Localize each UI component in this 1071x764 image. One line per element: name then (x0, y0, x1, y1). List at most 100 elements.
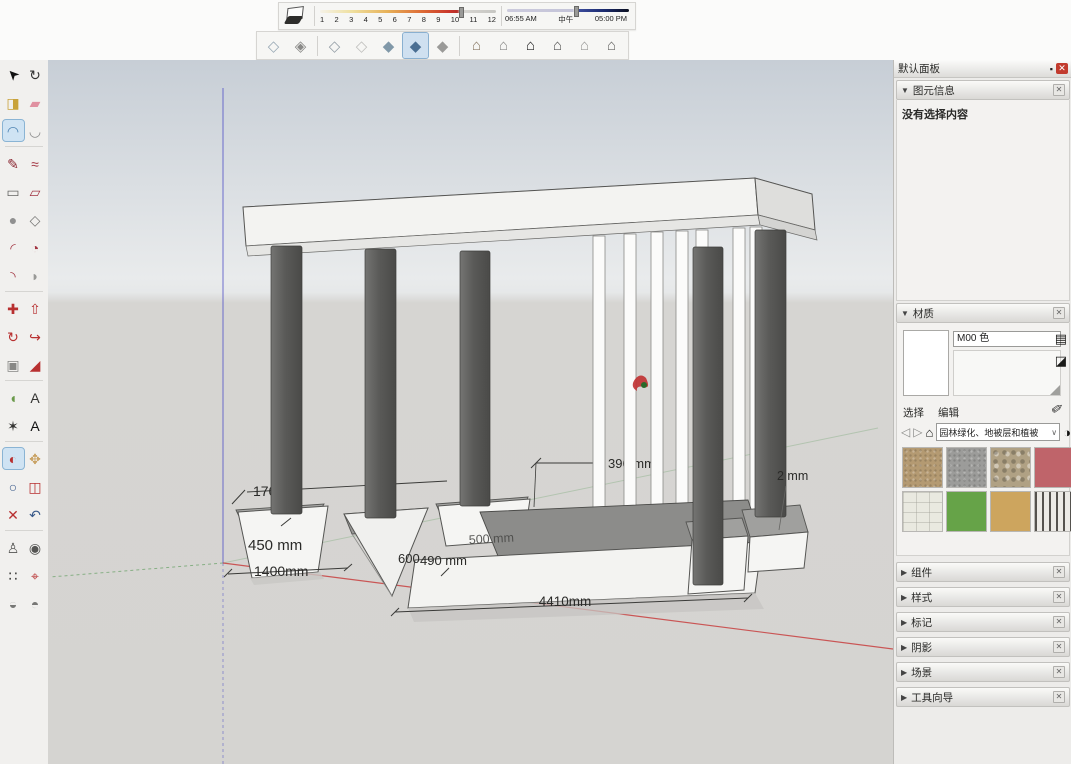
eyedropper-icon[interactable]: ✐ (1050, 400, 1065, 419)
collapse-triangle-icon[interactable]: ▼ (901, 309, 909, 318)
panel-section-styles[interactable]: ▶样式✕ (896, 587, 1070, 607)
xray-button[interactable]: ◇ (261, 33, 286, 58)
column-2[interactable] (365, 249, 396, 518)
model-viewport[interactable]: 390 mm (48, 60, 893, 764)
protractor-tool[interactable]: ◖ (3, 387, 24, 408)
view-top-button[interactable]: ⌂ (491, 33, 516, 58)
zoom-tool[interactable]: ○ (3, 476, 24, 497)
push-pull-tool[interactable]: ⇧ (25, 298, 46, 319)
panel-section-instructor[interactable]: ▶工具向导✕ (896, 687, 1070, 707)
zoom-extents-tool[interactable]: ✕ (3, 504, 24, 525)
time-slider-track[interactable] (507, 9, 629, 12)
select-tool[interactable]: ➤ (3, 64, 24, 85)
expand-triangle-icon[interactable]: ▶ (901, 643, 907, 652)
back-arrow-icon[interactable]: ◁ (901, 425, 910, 439)
arc-2point-tool[interactable]: ◜ (3, 237, 24, 258)
section-plane-tool[interactable]: ⌖ (25, 565, 46, 586)
create-material-icon[interactable]: ▤ (1055, 331, 1067, 347)
baluster[interactable] (676, 231, 688, 512)
expand-triangle-icon[interactable]: ▶ (901, 568, 907, 577)
panel-section-components[interactable]: ▶组件✕ (896, 562, 1070, 582)
rotate-tool[interactable]: ↻ (3, 326, 24, 347)
material-swatch-pavers-white[interactable] (902, 491, 943, 532)
look-around-tool[interactable]: ◉ (25, 537, 46, 558)
material-swatch-pebbles[interactable] (990, 447, 1031, 488)
paint-bucket-tool[interactable]: ◨ (3, 92, 24, 113)
materials-close-icon[interactable]: ✕ (1053, 307, 1065, 319)
polygon-tool[interactable]: ◇ (25, 209, 46, 230)
entity-info-header[interactable]: ▼ 图元信息 ✕ (896, 80, 1070, 100)
previous-view-tool[interactable]: ↶ (25, 504, 46, 525)
pan-tool[interactable]: ✥ (25, 448, 46, 469)
expand-triangle-icon[interactable]: ▶ (901, 668, 907, 677)
extra-tool-a-tool[interactable]: ◒ (3, 593, 24, 614)
panel-section-tags[interactable]: ▶标记✕ (896, 612, 1070, 632)
extra-tool-b-tool[interactable]: ◓ (25, 593, 46, 614)
orbit-tool[interactable]: ◐ (3, 448, 24, 469)
expand-triangle-icon[interactable]: ▶ (901, 693, 907, 702)
freehand-tool[interactable]: ≈ (25, 153, 46, 174)
rectangle-tool[interactable]: ▭ (3, 181, 24, 202)
baluster[interactable] (651, 232, 663, 512)
shadow-time-slider[interactable]: 06:55 AM 中午 05:00 PM (505, 7, 631, 25)
sandbox-from-contours-tool[interactable]: ◠ (3, 120, 24, 141)
baluster[interactable] (733, 228, 745, 515)
column-1[interactable] (271, 246, 302, 514)
hidden-line-button[interactable]: ◇ (349, 33, 374, 58)
section-close-icon[interactable]: ✕ (1053, 616, 1065, 628)
time-slider-handle[interactable] (574, 6, 579, 17)
baluster[interactable] (624, 234, 636, 512)
expand-triangle-icon[interactable]: ▶ (901, 593, 907, 602)
rotated-rectangle-tool[interactable]: ▱ (25, 181, 46, 202)
material-swatch-sand-tan[interactable] (990, 491, 1031, 532)
view-iso-button[interactable]: ⌂ (464, 33, 489, 58)
panel-section-scenes[interactable]: ▶场景✕ (896, 662, 1070, 682)
secondary-pane-icon[interactable]: ◑ (1063, 425, 1071, 440)
3d-text-tool[interactable]: A (25, 415, 46, 436)
baluster-group[interactable] (593, 227, 762, 515)
shaded-button[interactable]: ◆ (376, 33, 401, 58)
material-swatch-mauve-red[interactable] (1034, 447, 1071, 488)
pin-icon[interactable]: ▪ (1050, 64, 1053, 74)
home-icon[interactable]: ⌂ (925, 425, 933, 440)
column-4[interactable] (693, 247, 723, 585)
text-tool[interactable]: A (25, 387, 46, 408)
material-swatch-gravel-brown[interactable] (902, 447, 943, 488)
section-close-icon[interactable]: ✕ (1053, 691, 1065, 703)
move-tool[interactable]: ✚ (3, 298, 24, 319)
date-slider-handle[interactable] (459, 7, 464, 18)
pie-tool[interactable]: ◔ (25, 237, 46, 258)
material-category-dropdown[interactable]: 园林绿化、地被层和植被 ∨ (936, 423, 1060, 441)
material-swatch-fence-white[interactable] (1034, 491, 1071, 532)
scale-tool[interactable]: ◢ (25, 354, 46, 375)
shaded-textures-button[interactable]: ◆ (403, 33, 428, 58)
filled-arc-tool[interactable]: ◗ (25, 265, 46, 286)
arc-tool[interactable]: ◝ (3, 265, 24, 286)
model-scene[interactable]: 390 mm (48, 60, 893, 764)
section-close-icon[interactable]: ✕ (1053, 591, 1065, 603)
sandbox-smoove-tool[interactable]: ◡ (25, 120, 46, 141)
rotate-view-tool[interactable]: ↻ (25, 64, 46, 85)
shadow-toggle-icon[interactable] (283, 5, 307, 27)
date-slider-track[interactable] (320, 10, 496, 13)
sample-paint-icon[interactable]: ◪ (1055, 353, 1067, 369)
circle-tool[interactable]: ● (3, 209, 24, 230)
tab-select[interactable]: 选择 (903, 405, 924, 420)
axes-tool[interactable]: ✶ (3, 415, 24, 436)
expand-triangle-icon[interactable]: ▶ (901, 618, 907, 627)
panel-close-button[interactable]: ✕ (1056, 63, 1068, 74)
forward-arrow-icon[interactable]: ▷ (913, 425, 922, 439)
offset-tool[interactable]: ▣ (3, 354, 24, 375)
materials-header[interactable]: ▼ 材质 ✕ (896, 303, 1070, 323)
column-3[interactable] (460, 251, 490, 506)
walk-tool[interactable]: ∷ (3, 565, 24, 586)
position-camera-tool[interactable]: ♙ (3, 537, 24, 558)
material-name-field[interactable]: M00 色 (953, 331, 1061, 347)
wireframe-button[interactable]: ◇ (322, 33, 347, 58)
resize-corner-icon[interactable] (1050, 385, 1060, 395)
monochrome-button[interactable]: ◆ (430, 33, 455, 58)
footing5-front[interactable] (748, 532, 808, 572)
material-swatch-grass-green[interactable] (946, 491, 987, 532)
section-close-icon[interactable]: ✕ (1053, 641, 1065, 653)
view-right-button[interactable]: ⌂ (545, 33, 570, 58)
